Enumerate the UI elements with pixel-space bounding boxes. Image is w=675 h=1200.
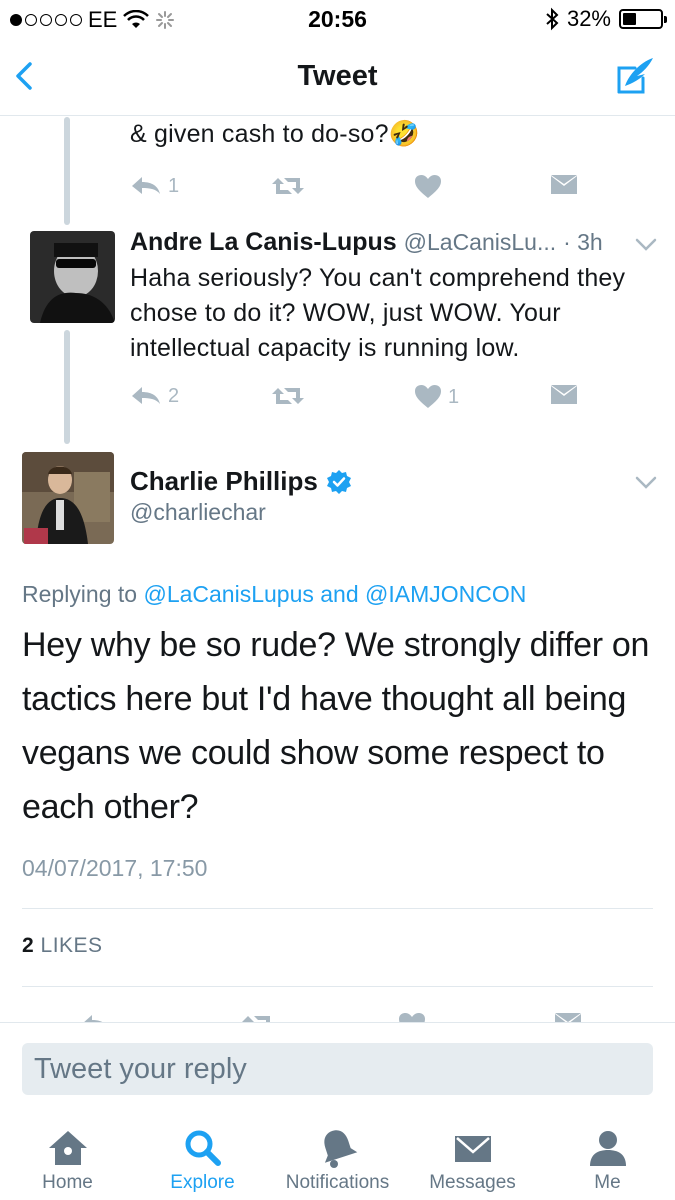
author-handle[interactable]: @charliechar <box>130 499 266 526</box>
replying-to: Replying to @LaCanisLupus and @IAMJONCON <box>22 581 526 608</box>
divider <box>22 986 653 987</box>
battery-percent: 32% <box>566 6 611 31</box>
tab-label: Messages <box>429 1172 516 1193</box>
bluetooth-icon <box>546 7 559 31</box>
envelope-icon <box>454 1136 491 1162</box>
likes-label: LIKES <box>40 934 103 957</box>
avatar[interactable] <box>22 452 114 544</box>
tweet-timestamp: 04/07/2017, 17:50 <box>22 855 208 881</box>
tab-label: Explore <box>170 1172 235 1193</box>
heart-icon <box>415 175 441 198</box>
tab-home[interactable]: Home <box>0 1108 135 1200</box>
status-bar: EE 20:56 32% <box>0 0 675 40</box>
prev-tweet-text: & given cash to do-so?🤣 <box>130 120 421 148</box>
battery-icon <box>619 9 667 29</box>
author-name[interactable]: Charlie Phillips <box>130 466 318 497</box>
chevron-down-icon[interactable] <box>634 475 658 491</box>
divider <box>22 908 653 909</box>
main-author-name-row: Charlie Phillips <box>130 466 352 497</box>
person-icon <box>589 1131 626 1166</box>
thread-line <box>64 117 70 225</box>
reply-count: 2 <box>168 384 180 407</box>
heart-icon <box>415 385 441 408</box>
likes-summary[interactable]: 2 LIKES <box>22 934 103 958</box>
tab-explore[interactable]: Explore <box>135 1108 270 1200</box>
retweet-button[interactable] <box>270 384 306 408</box>
dm-button[interactable] <box>550 174 578 196</box>
tab-notifications[interactable]: Notifications <box>270 1108 405 1200</box>
retweet-icon <box>272 388 304 404</box>
status-right: 32% <box>545 6 667 32</box>
tab-messages[interactable]: Messages <box>405 1108 540 1200</box>
reply-tweet-text: Haha seriously? You can't comprehend the… <box>130 264 626 362</box>
likes-count: 2 <box>22 934 35 957</box>
envelope-icon <box>551 385 577 404</box>
tab-label: Home <box>42 1172 93 1193</box>
back-chevron-icon[interactable] <box>10 56 40 96</box>
bell-icon <box>323 1130 357 1168</box>
replying-and: and <box>320 581 359 607</box>
compose-tweet-icon[interactable] <box>615 54 657 96</box>
mention-link[interactable]: @IAMJONCON <box>365 581 526 607</box>
reply-icon <box>132 177 160 194</box>
retweet-button[interactable] <box>270 174 306 198</box>
reply-composer <box>0 1022 675 1108</box>
main-tweet-text: Hey why be so rude? We strongly differ o… <box>22 626 650 826</box>
dm-button[interactable] <box>550 384 578 406</box>
chevron-down-icon[interactable] <box>634 237 658 253</box>
envelope-icon <box>551 175 577 194</box>
thread-line <box>64 330 70 444</box>
prev-tweet-actions: 1 <box>130 174 590 204</box>
nav-bar: Tweet <box>0 40 675 116</box>
tab-label: Me <box>594 1172 621 1193</box>
verified-badge-icon <box>326 469 351 494</box>
like-count: 1 <box>448 385 460 408</box>
reply-count: 1 <box>168 174 180 197</box>
reply-tweet-actions: 2 1 <box>130 384 590 414</box>
like-button[interactable] <box>414 174 442 200</box>
like-button[interactable]: 1 <box>414 384 459 410</box>
mention-link[interactable]: @LaCanisLupus <box>143 581 313 607</box>
page-title: Tweet <box>297 60 378 92</box>
reply-icon <box>132 387 160 404</box>
reply-author-line: Andre La Canis-Lupus @LaCanisLu... · 3h <box>130 228 603 257</box>
avatar[interactable] <box>30 231 115 323</box>
tab-me[interactable]: Me <box>540 1108 675 1200</box>
reply-button[interactable]: 1 <box>130 174 179 198</box>
retweet-icon <box>272 178 304 194</box>
author-handle[interactable]: @LaCanisLu... <box>404 229 557 255</box>
reply-button[interactable]: 2 <box>130 384 179 408</box>
tab-label: Notifications <box>285 1172 390 1193</box>
reply-input[interactable] <box>22 1043 653 1095</box>
home-icon <box>48 1131 87 1165</box>
search-icon <box>185 1130 221 1166</box>
replying-prefix: Replying to <box>22 581 138 607</box>
author-name[interactable]: Andre La Canis-Lupus <box>130 228 397 256</box>
tab-bar: Home Explore Notifications Messages Me <box>0 1108 675 1200</box>
tweet-time: · 3h <box>563 229 603 255</box>
